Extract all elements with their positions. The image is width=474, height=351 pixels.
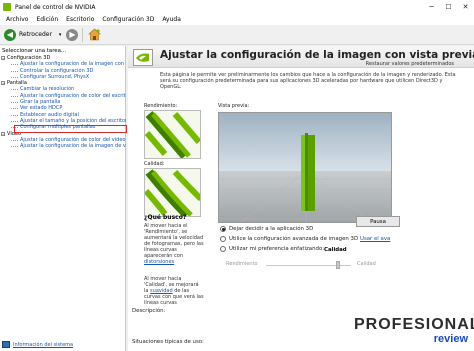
- slider-right-label: Calidad: [357, 261, 376, 267]
- radio-advanced-indicator[interactable]: [220, 236, 226, 242]
- slider-thumb[interactable]: [336, 261, 341, 269]
- radio-app-decides-label: Dejar decidir a la aplicación 3D: [229, 226, 314, 232]
- back-button[interactable]: ◀ Retroceder ▾: [4, 28, 62, 41]
- toolbar-separator: [82, 27, 84, 42]
- description-label: Descripción:: [132, 308, 166, 314]
- menu-ayuda[interactable]: Ayuda: [158, 16, 185, 23]
- system-info-label: Información del sistema: [13, 341, 74, 348]
- system-info-icon: [2, 341, 10, 348]
- toolbar: ◀ Retroceder ▾ ▶: [0, 25, 474, 45]
- title-bar: Panel de control de NVIDIA ─ ☐ ✕: [0, 0, 474, 14]
- typical-usage-label: Situaciones típicas de uso:: [132, 339, 204, 345]
- help-text-performance: Al mover hacia el 'Rendimiento', se aume…: [144, 223, 204, 265]
- radio-advanced[interactable]: Utilice la configuración avanzada de ima…: [220, 236, 358, 242]
- pause-button[interactable]: Pausa: [356, 216, 400, 227]
- collapse-icon[interactable]: −: [1, 131, 5, 136]
- rendimiento-thumbnail: [144, 110, 201, 159]
- preview-render: [218, 112, 392, 223]
- page-header: Ajustar la configuración de la imagen co…: [128, 46, 474, 68]
- maximize-button[interactable]: ☐: [440, 0, 457, 14]
- window-title: Panel de control de NVIDIA: [15, 3, 96, 11]
- page-description: Esta página le permite ver preliminarmen…: [160, 72, 456, 91]
- slider-left-label: Rendimiento: [226, 261, 258, 267]
- tree-label: Ajustar la configuración de la imagen co…: [20, 61, 126, 68]
- emphasis-value: Calidad: [324, 247, 347, 253]
- radio-preference-label: Utilizar mi preferencia enfatizando:: [229, 246, 325, 252]
- menu-escritorio[interactable]: Escritorio: [62, 16, 98, 23]
- collapse-icon[interactable]: −: [1, 56, 5, 61]
- forward-button[interactable]: ▶: [66, 28, 79, 41]
- calidad-thumbnail: [144, 168, 201, 217]
- window-controls: ─ ☐ ✕: [423, 0, 474, 14]
- nvidia-logo-icon: [133, 49, 153, 66]
- back-label: Retroceder: [19, 31, 52, 38]
- close-button[interactable]: ✕: [457, 0, 474, 14]
- system-info-link[interactable]: Información del sistema: [2, 341, 73, 348]
- back-arrow-icon: ◀: [4, 28, 16, 41]
- menu-bar: Archivo Edición Escritorio Configuración…: [0, 14, 474, 25]
- tree-label: Pantalla: [7, 80, 27, 87]
- task-pane: Seleccionar una tarea... − Configuración …: [0, 46, 127, 351]
- watermark-top: PROFESIONAL: [354, 316, 474, 333]
- rendimiento-label: Rendimiento:: [144, 103, 178, 109]
- tree-label: Ajustar la configuración de color del es…: [20, 92, 126, 99]
- watermark-logo: PROFESIONAL review: [354, 316, 474, 350]
- radio-advanced-label: Utilice la configuración avanzada de ima…: [229, 236, 359, 242]
- radio-preference[interactable]: Utilizar mi preferencia enfatizando:: [220, 246, 324, 252]
- tree-label: Configuración 3D: [7, 55, 51, 61]
- tree-label: Establecer audio digital: [20, 111, 79, 118]
- tree-label: Cambiar la resolución: [20, 86, 75, 93]
- page-title: Ajustar la configuración de la imagen co…: [160, 49, 474, 61]
- tree-label: Ver estado HDCP: [20, 105, 63, 112]
- radio-app-decides-indicator[interactable]: [220, 226, 226, 232]
- help-text-performance-body: Al mover hacia el 'Rendimiento', se aume…: [144, 223, 204, 259]
- menu-archivo[interactable]: Archivo: [2, 16, 32, 23]
- tree-label: Configurar Surround, PhysX: [20, 73, 90, 80]
- task-header: Seleccionar una tarea...: [2, 47, 67, 54]
- distorsiones-link[interactable]: distorsiones: [144, 259, 174, 265]
- radio-preference-indicator[interactable]: [220, 246, 226, 252]
- tree-label: Girar la pantalla: [20, 99, 61, 106]
- help-heading: ¿Qué busco?: [144, 214, 187, 221]
- watermark-bottom: review: [433, 333, 468, 345]
- menu-configuracion-3d[interactable]: Configuración 3D: [98, 16, 158, 23]
- calidad-label: Calidad:: [144, 161, 165, 167]
- back-dropdown-icon[interactable]: ▾: [59, 32, 62, 38]
- task-tree: − Configuración 3D Ajustar la configuració…: [0, 55, 126, 149]
- tree-label: Controlar la configuración 3D: [20, 67, 94, 74]
- help-text-quality: Al mover hacia 'Calidad', se mejorará la…: [144, 276, 204, 306]
- content-pane: Ajustar la configuración de la imagen co…: [128, 46, 474, 351]
- menu-edicion[interactable]: Edición: [32, 16, 62, 23]
- restore-defaults-link[interactable]: Restaurar valores predeterminados: [366, 61, 454, 67]
- tree-label: Ajustar la configuración de la imagen de…: [20, 143, 126, 150]
- nvidia-app-icon: [3, 3, 11, 11]
- home-icon[interactable]: [87, 28, 101, 42]
- vista-previa-label: Vista previa:: [218, 103, 250, 109]
- collapse-icon[interactable]: −: [1, 81, 5, 86]
- radio-app-decides[interactable]: Dejar decidir a la aplicación 3D: [220, 226, 313, 232]
- tree-label: Ajustar la configuración de color del ví…: [20, 136, 126, 143]
- highlight-annotation: [14, 125, 127, 133]
- tree-item[interactable]: Ajustar la configuración de la imagen de…: [0, 143, 126, 149]
- tree-label: Ajustar el tamaño y la posición del escr…: [20, 117, 126, 124]
- usar-avanzada-link[interactable]: Usar el ava: [360, 236, 390, 242]
- minimize-button[interactable]: ─: [423, 0, 440, 14]
- quality-slider: Rendimiento Calidad: [226, 261, 396, 269]
